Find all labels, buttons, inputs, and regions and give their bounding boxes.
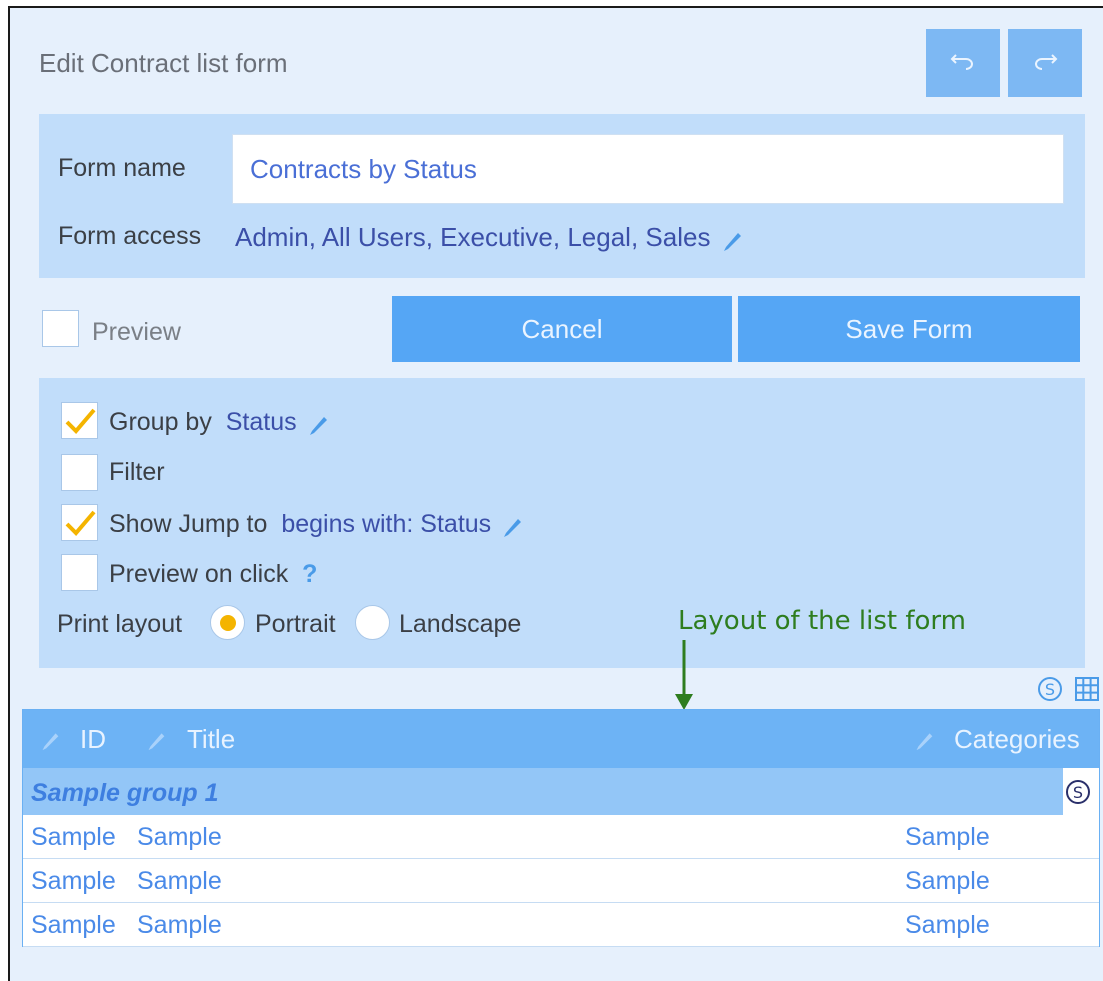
svg-text:S: S: [1045, 680, 1055, 699]
sum-icon[interactable]: S: [1037, 676, 1063, 702]
pencil-icon[interactable]: [37, 726, 63, 752]
cell-id: Sample: [31, 867, 116, 895]
table-header: ID Title Categories: [23, 710, 1099, 768]
pencil-icon[interactable]: [498, 511, 526, 539]
redo-icon: [1035, 54, 1058, 70]
group-label: Sample group 1: [31, 779, 219, 807]
redo-button[interactable]: [1008, 29, 1082, 97]
cancel-button[interactable]: Cancel: [392, 296, 732, 362]
sum-icon[interactable]: S: [1065, 779, 1091, 805]
save-form-button[interactable]: Save Form: [738, 296, 1080, 362]
cell-categories: Sample: [905, 823, 990, 851]
group-by-option: Group by Status: [109, 408, 332, 437]
form-access-label: Form access: [58, 222, 202, 250]
jump-to-value[interactable]: begins with: Status: [281, 510, 491, 538]
form-access-roles: Admin, All Users, Executive, Legal, Sale…: [235, 222, 711, 252]
filter-checkbox[interactable]: [61, 454, 98, 491]
column-header-categories[interactable]: Categories: [954, 724, 1080, 755]
cell-id: Sample: [31, 823, 116, 851]
cell-id: Sample: [31, 911, 116, 939]
form-settings-panel: Form name Form access Admin, All Users, …: [39, 114, 1085, 278]
annotation-label: Layout of the list form: [678, 606, 966, 636]
cell-categories: Sample: [905, 867, 990, 895]
form-access-value[interactable]: Admin, All Users, Executive, Legal, Sale…: [235, 222, 746, 253]
pencil-icon[interactable]: [718, 225, 746, 253]
landscape-label: Landscape: [399, 610, 522, 638]
group-row: Sample group 1: [23, 768, 1063, 815]
svg-text:S: S: [1073, 783, 1083, 802]
pencil-icon[interactable]: [911, 726, 937, 752]
jump-to-checkbox[interactable]: [61, 504, 98, 541]
print-layout-label: Print layout: [57, 610, 183, 638]
form-name-input[interactable]: [232, 134, 1064, 204]
group-by-checkbox[interactable]: [61, 402, 98, 439]
list-form-table: ID Title Categories Sample group 1 S Sam…: [22, 709, 1100, 947]
portrait-radio[interactable]: [210, 605, 245, 640]
checkmark-icon: [65, 408, 96, 434]
undo-icon: [950, 54, 973, 70]
column-header-title[interactable]: Title: [187, 724, 235, 755]
preview-on-click-option: Preview on click ?: [109, 560, 317, 589]
preview-on-click-checkbox[interactable]: [61, 554, 98, 591]
pencil-icon[interactable]: [304, 409, 332, 437]
jump-to-option: Show Jump to begins with: Status: [109, 510, 526, 539]
cell-categories: Sample: [905, 911, 990, 939]
undo-button[interactable]: [926, 29, 1000, 97]
column-header-id[interactable]: ID: [80, 724, 106, 755]
preview-on-click-label: Preview on click: [109, 560, 289, 588]
cell-title: Sample: [137, 867, 222, 895]
pencil-icon[interactable]: [143, 726, 169, 752]
table-row[interactable]: Sample Sample Sample: [23, 859, 1099, 903]
preview-checkbox[interactable]: [42, 310, 79, 347]
radio-selected-dot: [220, 615, 236, 631]
filter-label: Filter: [109, 458, 165, 486]
cell-title: Sample: [137, 911, 222, 939]
help-icon[interactable]: ?: [302, 560, 317, 588]
page-title: Edit Contract list form: [39, 48, 288, 78]
table-row[interactable]: Sample Sample Sample: [23, 815, 1099, 859]
group-by-value[interactable]: Status: [226, 408, 297, 436]
preview-label: Preview: [92, 318, 181, 346]
down-arrow-icon: [675, 640, 693, 710]
table-row[interactable]: Sample Sample Sample: [23, 903, 1099, 947]
grid-icon[interactable]: [1074, 676, 1100, 702]
jump-to-label: Show Jump to: [109, 510, 268, 538]
cell-title: Sample: [137, 823, 222, 851]
group-by-label: Group by: [109, 408, 212, 436]
form-name-label: Form name: [58, 154, 186, 182]
checkmark-icon: [65, 510, 96, 536]
form-editor-panel: Edit Contract list form Form name Form a…: [8, 6, 1103, 981]
portrait-label: Portrait: [255, 610, 336, 638]
landscape-radio[interactable]: [355, 605, 390, 640]
